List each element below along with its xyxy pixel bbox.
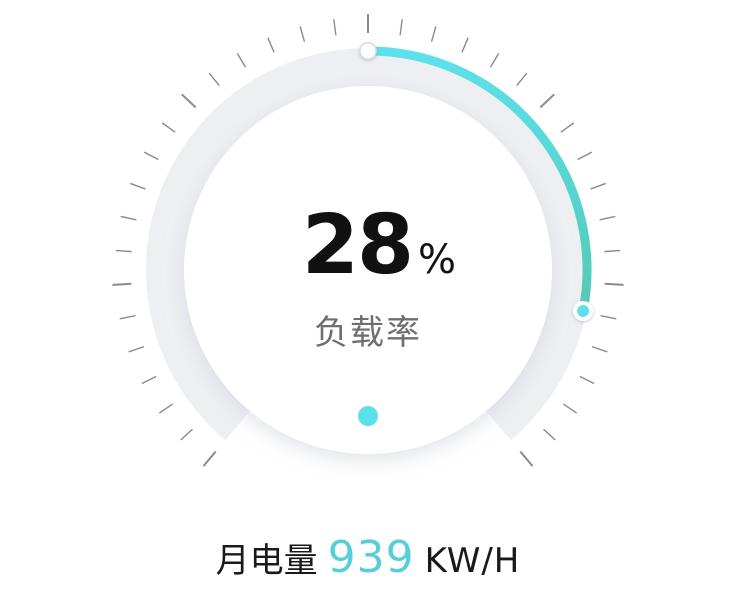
- gauge-tick: [180, 428, 193, 441]
- gauge-tick: [158, 403, 173, 414]
- gauge-tick: [130, 182, 146, 190]
- gauge-tick: [236, 53, 247, 68]
- load-rate-widget: 28 % 负载率 月电量 939 KW/H: [0, 0, 736, 610]
- gauge-tick: [543, 428, 556, 441]
- gauge-tick: [202, 450, 217, 467]
- monthly-energy-summary: 月电量 939 KW/H: [0, 532, 736, 585]
- load-rate-unit: %: [418, 237, 457, 283]
- gauge-indicator-dot: [358, 406, 378, 426]
- gauge-tick: [208, 72, 220, 86]
- gauge-tick: [399, 19, 403, 36]
- gauge-tick: [181, 93, 197, 109]
- gauge-tick: [299, 26, 306, 42]
- load-rate-label: 负载率: [314, 313, 422, 353]
- gauge-tick: [461, 37, 469, 53]
- monthly-energy-label: 月电量: [215, 541, 318, 581]
- gauge-tick: [577, 151, 593, 161]
- load-rate-value-row: 28 %: [302, 205, 456, 287]
- load-rate-readout: 28 %: [0, 205, 736, 287]
- gauge-tick: [141, 375, 157, 385]
- gauge-tick: [516, 72, 528, 86]
- gauge-tick: [539, 93, 555, 109]
- gauge-tick: [143, 151, 159, 161]
- gauge-tick: [579, 375, 595, 385]
- load-rate-value: 28: [301, 198, 414, 293]
- gauge-tick: [560, 122, 575, 133]
- monthly-energy-value: 939: [327, 532, 415, 583]
- gauge-tick: [563, 403, 578, 414]
- gauge-tick: [590, 182, 606, 190]
- gauge-tick: [489, 53, 500, 68]
- gauge-tick: [430, 26, 437, 42]
- gauge-tick: [161, 122, 176, 133]
- gauge-tick: [519, 450, 534, 467]
- gauge-start-knob: [359, 42, 377, 60]
- monthly-energy-unit: KW/H: [424, 541, 521, 581]
- gauge-tick: [333, 19, 337, 36]
- gauge-tick: [267, 37, 275, 53]
